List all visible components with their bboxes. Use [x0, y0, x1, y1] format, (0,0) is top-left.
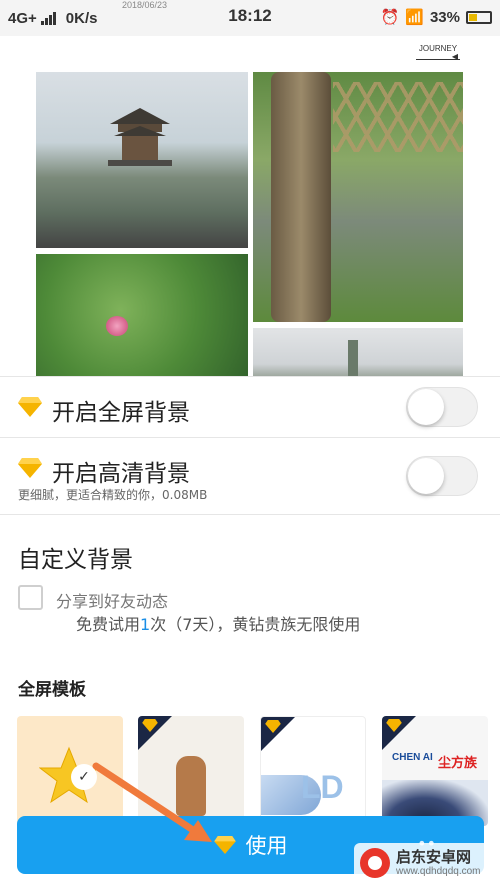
photo-tree-squirrel [253, 72, 463, 322]
trial-count: 1 [140, 615, 151, 634]
battery-icon [466, 10, 492, 24]
watermark-logo-icon [360, 848, 390, 878]
diamond-icon [386, 719, 402, 732]
fullscreen-bg-toggle[interactable] [406, 387, 478, 427]
trial-prefix: 免费试用 [76, 615, 141, 634]
diamond-icon [265, 720, 281, 733]
watermark-url: www.qdhdqdq.com [396, 865, 481, 877]
toggle-knob [408, 458, 444, 494]
toggle-knob [408, 389, 444, 425]
alarm-icon: ⏰ [380, 9, 400, 26]
battery-percent: 33% [429, 8, 460, 26]
hd-bg-row[interactable]: 开启高清背景 更细腻，更适合精致的你，0.08MB [0, 438, 500, 512]
lotus-flower [106, 316, 128, 336]
template-2[interactable] [138, 716, 244, 826]
watermark: 启东安卓网 www.qdhdqdq.com [354, 843, 494, 883]
template-illustration [176, 756, 206, 816]
pavilion-icon [108, 108, 172, 166]
hd-bg-label: 开启高清背景 [52, 461, 190, 487]
watermark-name: 启东安卓网 [396, 847, 472, 866]
share-checkbox[interactable] [18, 585, 43, 610]
tree-trunk [271, 72, 331, 322]
share-label[interactable]: 分享到好友动态 [56, 588, 168, 612]
background-preview: JOURNEY ◀ [0, 36, 500, 376]
fullscreen-bg-row[interactable]: 开启全屏背景 [0, 377, 500, 437]
diamond-icon [142, 719, 158, 732]
status-bar: 4G+ 0K/s 2018/06/23 18:12 ⏰ 📶 33% [0, 0, 500, 36]
diamond-icon [18, 458, 42, 478]
status-right: ⏰ 📶 33% [381, 8, 492, 26]
diamond-icon [18, 397, 42, 417]
bamboo-fence [333, 82, 463, 152]
template-3[interactable]: LD [260, 716, 366, 826]
journey-arrow-icon: ◀ [451, 52, 458, 61]
trial-info: 免费试用1次（7天），黄钻贵族无限使用 [76, 611, 360, 635]
check-icon: ✓ [71, 764, 97, 790]
tower [348, 340, 358, 376]
use-button-label: 使用 [245, 834, 288, 858]
template-1-selected[interactable]: ✓ [17, 716, 123, 826]
template-4-cn-text: 尘方族 [438, 756, 478, 771]
custom-bg-title: 自定义背景 [18, 547, 133, 573]
divider [0, 514, 500, 515]
watermark-text: 启东安卓网 www.qdhdqdq.com [396, 847, 481, 878]
photo-tower [253, 328, 463, 376]
wifi-icon: 📶 [405, 9, 424, 26]
photo-pavilion [36, 72, 248, 248]
fullscreen-bg-label: 开启全屏背景 [52, 400, 190, 426]
template-3-text: LD [301, 769, 344, 805]
hd-bg-subtitle: 更细腻，更适合精致的你，0.08MB [18, 488, 208, 502]
hd-bg-toggle[interactable] [406, 456, 478, 496]
templates-title: 全屏模板 [18, 680, 86, 700]
photo-lotus [36, 254, 248, 376]
trial-suffix: 次（7天），黄钻贵族无限使用 [150, 615, 361, 634]
template-4-en-text: CHEN AI [392, 752, 433, 763]
diamond-icon [213, 836, 236, 854]
template-4[interactable]: CHEN AI 尘方族 [382, 716, 488, 826]
